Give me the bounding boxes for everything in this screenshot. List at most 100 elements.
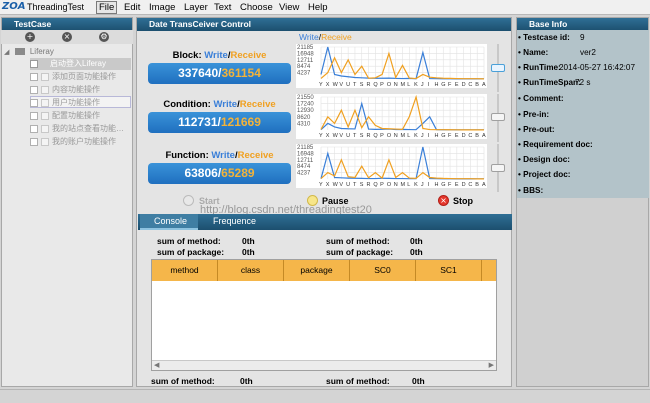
menu-layer[interactable]: Layer xyxy=(184,2,208,13)
chart-x-tick: A xyxy=(482,182,486,188)
table-header-sc1[interactable]: SC1 xyxy=(416,260,482,281)
chart-x-tick: S xyxy=(360,182,364,188)
chart-x-tick: B xyxy=(475,82,479,88)
table-header-class[interactable]: class xyxy=(218,260,284,281)
chart-x-tick: J xyxy=(421,182,424,188)
tree-item[interactable]: 添加页面功能操作 xyxy=(30,71,116,82)
menu-file[interactable]: File xyxy=(96,1,118,14)
expand-icon[interactable]: ◢ xyxy=(4,49,9,56)
stop-button[interactable]: Stop xyxy=(453,196,473,206)
info-label: RunTimeSpan: xyxy=(523,78,581,87)
settings-icon[interactable]: ⚙ xyxy=(99,32,109,42)
start-icon[interactable] xyxy=(183,195,194,206)
table-header-sc0[interactable]: SC0 xyxy=(350,260,416,281)
chart-x-tick: F xyxy=(448,82,452,88)
chart-x-tick: E xyxy=(455,182,459,188)
info-label: Design doc: xyxy=(523,155,571,164)
chart-x-tick: I xyxy=(428,182,430,188)
app-title: ThreadingTest xyxy=(27,2,85,12)
tab-console[interactable]: Console xyxy=(154,216,187,226)
chart-x-tick: R xyxy=(367,133,371,139)
chart-x-tick: K xyxy=(414,182,418,188)
tree-item[interactable]: 内容功能操作 xyxy=(30,84,100,95)
stop-icon[interactable]: × xyxy=(438,195,449,206)
info-label: Pre-out: xyxy=(523,125,555,134)
chart-x-tick: K xyxy=(414,133,418,139)
chart-y-tick: 4237 xyxy=(297,171,311,177)
tree-item[interactable]: 我的站点查看功能… xyxy=(30,123,124,134)
scroll-right-icon[interactable]: ▶ xyxy=(489,361,494,369)
chart-x-tick: A xyxy=(482,82,486,88)
info-value: 2014-05-27 16:42:07 xyxy=(559,63,636,72)
table-horizontal-scrollbar[interactable]: ◀ ▶ xyxy=(152,360,496,370)
function-slider-handle[interactable] xyxy=(491,164,505,172)
info-row: • RunTimeSpan: xyxy=(518,78,581,87)
menu-choose[interactable]: Choose xyxy=(240,2,273,13)
info-row: • BBS: xyxy=(518,186,544,195)
chart-y-tick: 8474 xyxy=(297,164,311,170)
chart-x-tick: Y xyxy=(319,182,323,188)
info-label: RunTime: xyxy=(523,63,561,72)
tree-item[interactable]: 配置功能操作 xyxy=(30,110,100,121)
sum-method-value-2: 0th xyxy=(410,236,423,246)
chart-x-tick: O xyxy=(387,182,392,188)
chart-y-tick: 21185 xyxy=(297,45,314,51)
table-header-method[interactable]: method xyxy=(152,260,218,281)
app-logo: ZOA xyxy=(2,1,26,12)
block-counter: 337640/361154 xyxy=(148,63,291,84)
menu-image[interactable]: Image xyxy=(149,2,175,13)
chart-x-tick: I xyxy=(428,82,430,88)
chart-x-tick: Q xyxy=(373,133,378,139)
condition-chart: 21550172401293086204310 Y X W V U T S R Q P O N M L K J I… xyxy=(296,94,487,139)
scroll-left-icon[interactable]: ◀ xyxy=(154,361,159,369)
remove-icon[interactable]: × xyxy=(62,32,72,42)
chart-x-tick: C xyxy=(468,82,472,88)
bottom-sum-method-label: sum of method: xyxy=(151,376,215,386)
chart-x-tick: H xyxy=(434,182,438,188)
sum-method-label: sum of method: xyxy=(157,236,221,246)
tree-root-label: Liferay xyxy=(29,47,54,56)
block-label: Block: Write/Receive xyxy=(172,50,267,61)
chart-x-tick: B xyxy=(475,182,479,188)
condition-label: Condition: Write/Receive xyxy=(163,99,276,110)
chart-y-tick: 4310 xyxy=(297,121,311,127)
chart-x-tick: U xyxy=(346,133,350,139)
chart-x-tick: N xyxy=(394,133,398,139)
info-row: • Comment: xyxy=(518,94,564,103)
menu-help[interactable]: Help xyxy=(308,2,328,13)
chart-x-tick: O xyxy=(387,133,392,139)
chart-x-tick: I xyxy=(428,133,430,139)
table-header-package[interactable]: package xyxy=(284,260,350,281)
info-row: • Pre-out: xyxy=(518,125,555,134)
chart-x-tick: P xyxy=(380,133,384,139)
chart-y-tick: 12930 xyxy=(297,108,314,114)
add-icon[interactable]: + xyxy=(25,32,35,42)
menu-view[interactable]: View xyxy=(279,2,299,13)
menu-text[interactable]: Text xyxy=(214,2,231,13)
chart-x-tick: F xyxy=(448,133,452,139)
info-row: • Requirement doc: xyxy=(518,140,593,149)
tree-item[interactable]: 我的账户功能操作 xyxy=(30,136,116,147)
function-counter: 63806/65289 xyxy=(148,163,291,184)
tree-item[interactable]: 用户功能操作 xyxy=(30,97,100,108)
tree-item[interactable]: 启动登入Liferay xyxy=(30,58,106,69)
chart-x-tick: J xyxy=(421,133,424,139)
bottom-sum-method-value: 0th xyxy=(240,376,253,386)
chart-x-tick: Q xyxy=(373,82,378,88)
bottom-sum-method-label-2: sum of method: xyxy=(326,376,390,386)
info-label: Testcase id: xyxy=(523,33,570,42)
menu-edit[interactable]: Edit xyxy=(124,2,140,13)
chart-x-tick: X xyxy=(326,82,330,88)
info-value: 9 xyxy=(580,33,585,42)
condition-slider-handle[interactable] xyxy=(491,113,505,121)
chart-x-tick: M xyxy=(401,133,406,139)
chart-x-tick: U xyxy=(346,182,350,188)
chart-x-tick: V xyxy=(339,182,343,188)
chart-y-tick: 16948 xyxy=(297,151,314,157)
chart-x-tick: C xyxy=(468,182,472,188)
tree-root[interactable]: ◢ Liferay xyxy=(4,46,54,57)
condition-counter: 112731/121669 xyxy=(148,112,291,133)
block-slider-handle[interactable] xyxy=(491,64,505,72)
chart-x-tick: O xyxy=(387,82,392,88)
tab-frequence[interactable]: Frequence xyxy=(213,216,256,226)
